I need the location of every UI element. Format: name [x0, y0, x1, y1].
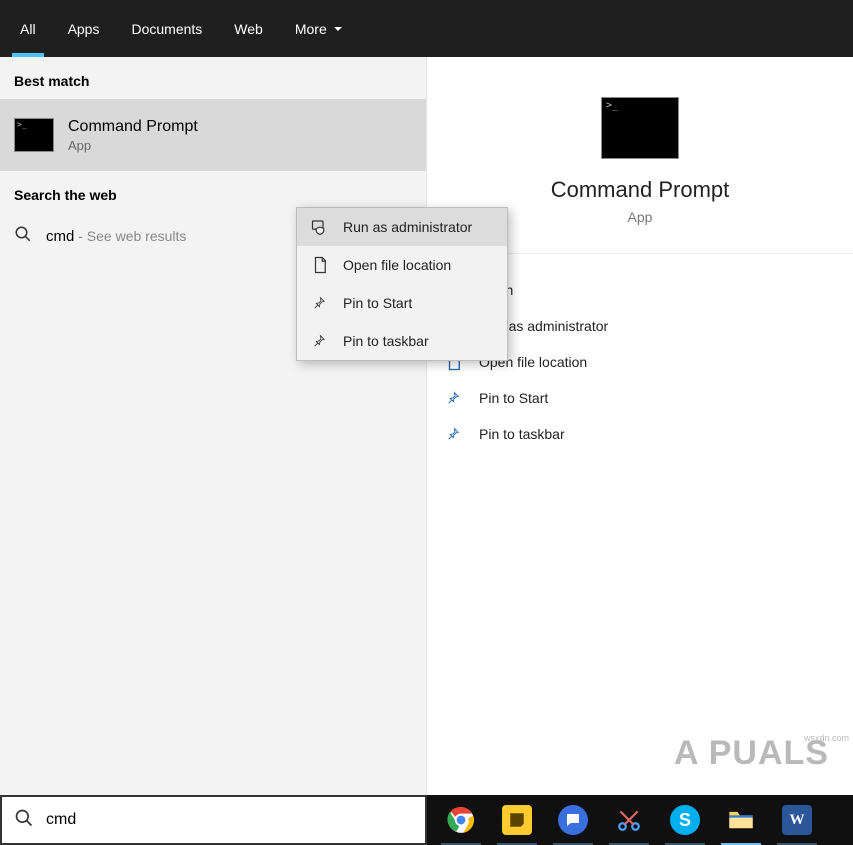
ctx-open-file-location-label: Open file location — [343, 257, 451, 273]
taskbar-sticky-notes[interactable] — [489, 795, 545, 845]
taskbar-snip[interactable] — [601, 795, 657, 845]
tab-web[interactable]: Web — [218, 0, 279, 57]
taskbar-word[interactable]: W — [769, 795, 825, 845]
folder-icon — [726, 805, 756, 835]
best-match-result[interactable]: Command Prompt App — [0, 99, 426, 171]
search-filter-tabs: All Apps Documents Web More — [0, 0, 853, 57]
action-pin-to-taskbar[interactable]: Pin to taskbar — [435, 416, 845, 452]
taskbar: S W — [427, 795, 853, 845]
tab-all[interactable]: All — [4, 0, 52, 57]
search-icon — [14, 808, 34, 833]
taskbar-file-explorer[interactable] — [713, 795, 769, 845]
chrome-icon — [446, 805, 476, 835]
chat-icon — [558, 805, 588, 835]
scissors-icon — [614, 805, 644, 835]
search-icon — [14, 225, 32, 248]
result-subtitle: App — [68, 138, 198, 153]
ctx-run-as-admin-label: Run as administrator — [343, 219, 472, 235]
taskbar-skype[interactable]: S — [657, 795, 713, 845]
action-pin-to-start-label: Pin to Start — [479, 390, 548, 406]
search-input[interactable] — [46, 811, 413, 829]
ctx-pin-to-start[interactable]: Pin to Start — [297, 284, 507, 322]
web-query-text: cmd — [46, 228, 74, 245]
word-icon: W — [782, 805, 812, 835]
action-pin-to-taskbar-label: Pin to taskbar — [479, 426, 565, 442]
taskbar-chrome[interactable] — [433, 795, 489, 845]
tab-more-label: More — [295, 21, 327, 37]
ctx-pin-to-start-label: Pin to Start — [343, 295, 412, 311]
preview-subtitle: App — [628, 209, 653, 225]
skype-icon: S — [670, 805, 700, 835]
tab-apps[interactable]: Apps — [52, 0, 116, 57]
result-title: Command Prompt — [68, 118, 198, 136]
tab-documents[interactable]: Documents — [115, 0, 218, 57]
context-menu: Run as administrator Open file location … — [296, 207, 508, 361]
ctx-pin-to-taskbar-label: Pin to taskbar — [343, 333, 429, 349]
ctx-run-as-admin[interactable]: Run as administrator — [297, 208, 507, 246]
sticky-notes-icon — [502, 805, 532, 835]
preview-title: Command Prompt — [551, 177, 730, 203]
preview-app-icon — [601, 97, 679, 159]
ctx-open-file-location[interactable]: Open file location — [297, 246, 507, 284]
ctx-pin-to-taskbar[interactable]: Pin to taskbar — [297, 322, 507, 360]
best-match-heading: Best match — [0, 57, 426, 99]
source-note: wsxdn.com — [804, 733, 849, 743]
results-panel: Best match Command Prompt App Search the… — [0, 57, 427, 795]
action-pin-to-start[interactable]: Pin to Start — [435, 380, 845, 416]
preview-panel: Command Prompt App Open Run as administr… — [427, 57, 853, 795]
search-bar[interactable] — [0, 795, 427, 845]
taskbar-chat[interactable] — [545, 795, 601, 845]
command-prompt-icon — [14, 118, 54, 152]
web-hint: - See web results — [74, 228, 186, 244]
chevron-down-icon — [333, 21, 343, 37]
tab-more[interactable]: More — [279, 0, 359, 57]
